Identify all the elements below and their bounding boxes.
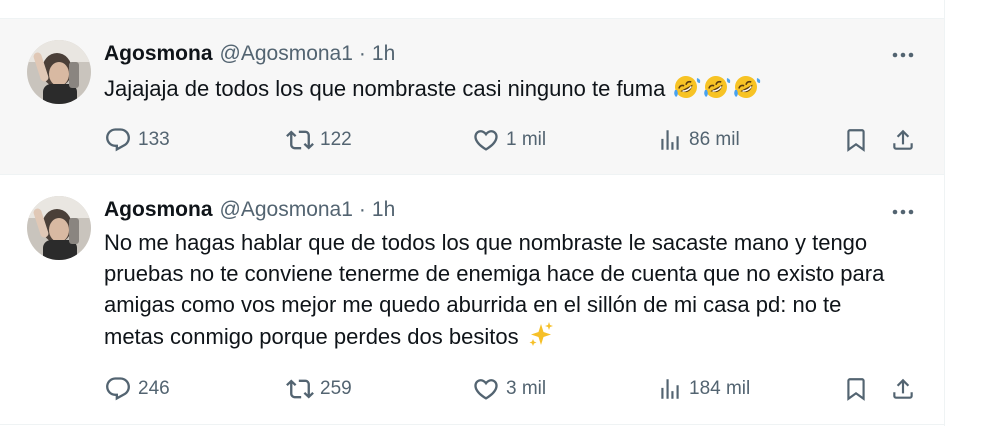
tweet-header: Agosmona @Agosmona1 · 1h xyxy=(104,197,395,223)
tweet-text: No me hagas hablar que de todos los que … xyxy=(104,227,904,356)
rolling-laughing-emoji-icon xyxy=(703,74,731,108)
repost-button[interactable]: 122 xyxy=(286,125,352,155)
tweet-actions: 133 122 1 mil 86 mil xyxy=(0,125,944,155)
tweet[interactable]: Agosmona @Agosmona1 · 1h Jajajaja de tod… xyxy=(0,19,944,175)
bookmark-button[interactable] xyxy=(843,125,869,155)
views-count: 86 mil xyxy=(689,129,740,150)
avatar[interactable] xyxy=(27,196,91,260)
previous-tweet-edge xyxy=(0,0,944,19)
reply-count: 133 xyxy=(138,129,170,150)
repost-count: 259 xyxy=(320,378,352,399)
tweet-header: Agosmona @Agosmona1 · 1h xyxy=(104,41,395,67)
heart-icon xyxy=(472,375,500,403)
avatar[interactable] xyxy=(27,40,91,104)
share-icon xyxy=(890,375,916,403)
user-handle[interactable]: @Agosmona1 xyxy=(220,42,353,66)
analytics-icon xyxy=(657,375,683,403)
rolling-laughing-emoji-icon xyxy=(673,74,701,108)
like-count: 3 mil xyxy=(506,378,547,399)
tweet-text-content: Jajajaja de todos los que nombraste casi… xyxy=(104,76,666,101)
sparkles-emoji-icon xyxy=(527,320,555,356)
tweet-text-content: No me hagas hablar que de todos los que … xyxy=(104,230,885,349)
repost-button[interactable]: 259 xyxy=(286,374,352,404)
like-button[interactable]: 1 mil xyxy=(472,125,546,155)
like-button[interactable]: 3 mil xyxy=(472,374,546,404)
analytics-icon xyxy=(657,126,683,154)
share-button[interactable] xyxy=(890,125,916,155)
bookmark-button[interactable] xyxy=(843,374,869,404)
heart-icon xyxy=(472,126,500,154)
views-button[interactable]: 86 mil xyxy=(657,125,740,155)
user-handle[interactable]: @Agosmona1 xyxy=(220,198,353,222)
like-count: 1 mil xyxy=(506,129,547,150)
share-icon xyxy=(890,126,916,154)
reply-icon xyxy=(104,126,132,154)
repost-icon xyxy=(286,126,314,154)
tweet-actions: 246 259 3 mil 184 mil xyxy=(0,374,944,404)
tweet[interactable]: Agosmona @Agosmona1 · 1h No me hagas hab… xyxy=(0,176,944,425)
display-name[interactable]: Agosmona xyxy=(104,42,213,66)
separator: · xyxy=(358,198,366,221)
reply-button[interactable]: 246 xyxy=(104,374,170,404)
timestamp[interactable]: 1h xyxy=(372,42,395,66)
bookmark-icon xyxy=(843,375,869,403)
timestamp[interactable]: 1h xyxy=(372,198,395,222)
display-name[interactable]: Agosmona xyxy=(104,198,213,222)
tweet-text: Jajajaja de todos los que nombraste casi… xyxy=(104,73,904,108)
reply-icon xyxy=(104,375,132,403)
reply-count: 246 xyxy=(138,378,170,399)
timeline: Agosmona @Agosmona1 · 1h Jajajaja de tod… xyxy=(0,0,945,426)
more-icon[interactable] xyxy=(886,45,920,65)
repost-icon xyxy=(286,375,314,403)
reply-button[interactable]: 133 xyxy=(104,125,170,155)
rolling-laughing-emoji-icon xyxy=(733,74,761,108)
more-icon[interactable] xyxy=(886,202,920,222)
separator: · xyxy=(358,42,366,65)
views-button[interactable]: 184 mil xyxy=(657,374,750,404)
repost-count: 122 xyxy=(320,129,352,150)
views-count: 184 mil xyxy=(689,378,751,399)
share-button[interactable] xyxy=(890,374,916,404)
bookmark-icon xyxy=(843,126,869,154)
